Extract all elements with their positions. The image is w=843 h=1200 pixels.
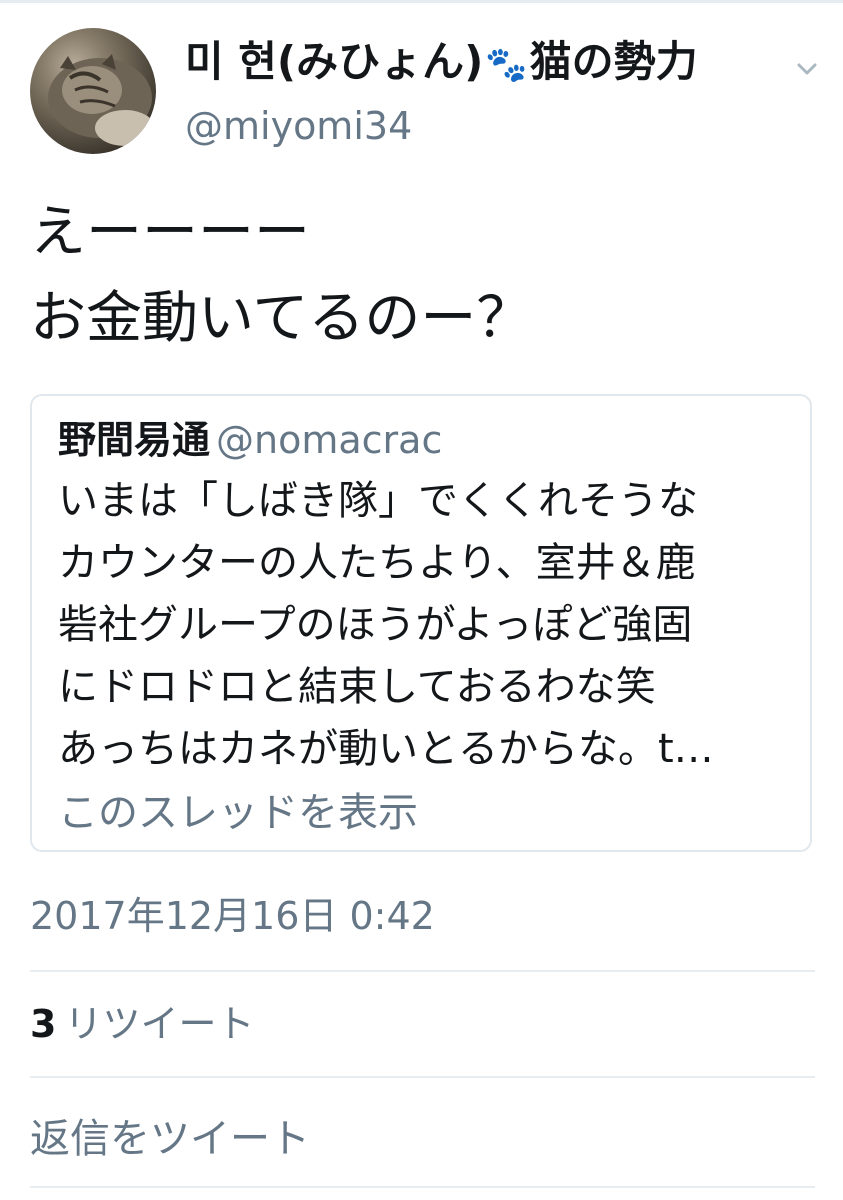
tweet-text-line: えーーーー (30, 200, 310, 265)
cat-photo-avatar-image (48, 54, 155, 146)
display-name-text: 미 현(みひょん) (185, 37, 484, 86)
retweet-label: リツイート (64, 1002, 255, 1046)
tweet-text-line: お金動いてるのー？ (30, 286, 533, 351)
quoted-text-line: にドロドロと結束しておるわな笑 (58, 664, 656, 710)
quoted-author-name: 野間易通 (58, 418, 211, 462)
retweet-count: 3 (30, 1002, 57, 1046)
quoted-text-line: あっちはカネが動いとるからな。t… (58, 726, 714, 772)
quoted-text-line: いまは「しばき隊」でくくれそうな (58, 478, 698, 524)
tweet-text: えーーーー お金動いてるのー？ (30, 190, 532, 362)
top-border (0, 0, 843, 3)
divider (30, 1076, 815, 1078)
display-name-suffix: 猫の勢力 (529, 37, 698, 86)
quoted-author: 野間易通 @nomacrac (58, 414, 784, 466)
quoted-tweet-card[interactable]: 野間易通 @nomacrac いまは「しばき隊」でくくれそうな カウンターの人たち… (30, 394, 812, 852)
chevron-down-icon[interactable] (794, 56, 820, 82)
quoted-text-line: カウンターの人たちより、室井＆鹿 (58, 540, 696, 586)
quoted-author-handle: @nomacrac (216, 418, 443, 462)
tweet-timestamp[interactable]: 2017年12月16日 0:42 (30, 890, 435, 942)
quoted-tweet-text: いまは「しばき隊」でくくれそうな カウンターの人たちより、室井＆鹿 砦社グループ… (58, 470, 784, 780)
quoted-text-line: 砦社グループのほうがよっぽど強固 (58, 602, 693, 648)
show-thread-link[interactable]: このスレッドを表示 (58, 782, 784, 844)
divider (30, 970, 815, 972)
author-block[interactable]: 미 현(みひょん)🐾猫の勢力 @miyomi34 (185, 34, 698, 151)
tweet-header: 미 현(みひょん)🐾猫の勢力 @miyomi34 (30, 28, 820, 158)
retweet-stats[interactable]: 3 リツイート (30, 998, 254, 1050)
paw-prints-icon: 🐾 (485, 44, 528, 85)
reply-input[interactable]: 返信をツイート (30, 1112, 310, 1166)
avatar[interactable] (30, 28, 156, 154)
display-name[interactable]: 미 현(みひょん)🐾猫の勢力 (185, 34, 698, 93)
divider (30, 1186, 815, 1188)
user-handle[interactable]: @miyomi34 (185, 101, 698, 151)
